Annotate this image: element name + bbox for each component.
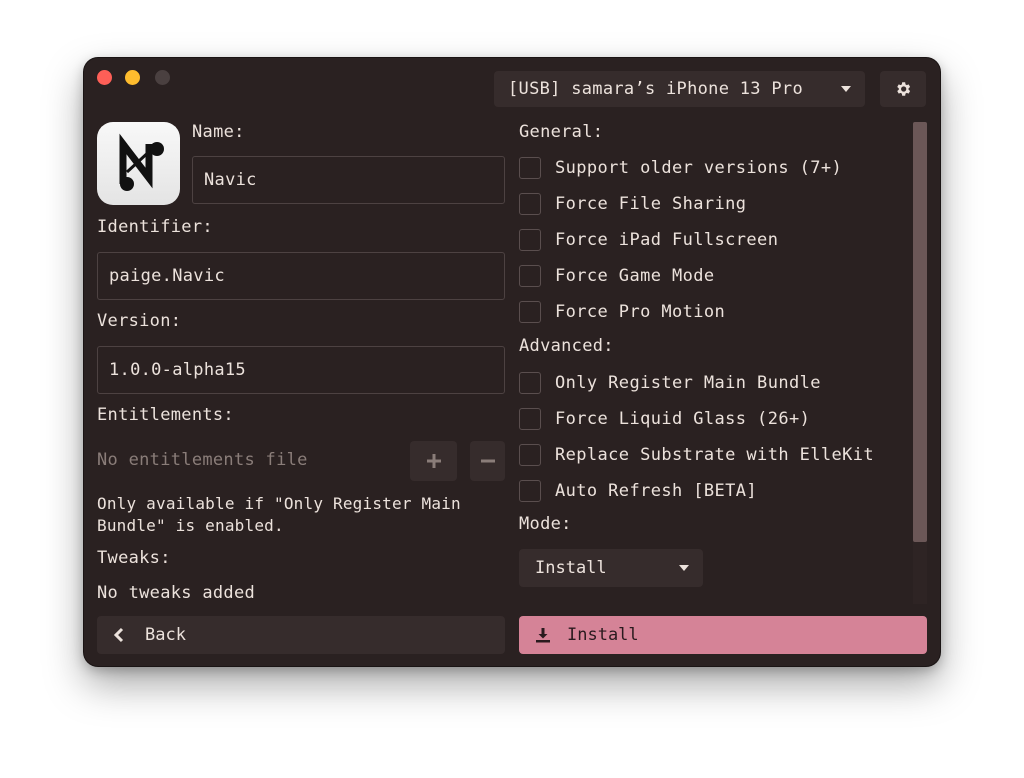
back-button-label: Back xyxy=(145,625,186,645)
app-icon xyxy=(97,122,180,205)
checkbox[interactable] xyxy=(519,408,541,430)
mode-label: Mode: xyxy=(519,514,572,534)
checkbox[interactable] xyxy=(519,265,541,287)
mode-select[interactable]: Install xyxy=(519,549,703,587)
entitlements-label: Entitlements: xyxy=(97,405,234,425)
checkbox[interactable] xyxy=(519,372,541,394)
option-force-file-sharing[interactable]: Force File Sharing xyxy=(519,191,746,217)
name-field[interactable]: Navic xyxy=(192,156,505,204)
settings-button[interactable] xyxy=(880,71,926,107)
maximize-window-button[interactable] xyxy=(155,70,170,85)
option-label: Force Pro Motion xyxy=(555,302,726,322)
name-label: Name: xyxy=(192,122,245,142)
identifier-label: Identifier: xyxy=(97,217,213,237)
option-force-liquid-glass[interactable]: Force Liquid Glass (26+) xyxy=(519,406,810,432)
version-value: 1.0.0-alpha15 xyxy=(109,360,246,380)
general-section-label: General: xyxy=(519,122,604,142)
identifier-value: paige.Navic xyxy=(109,266,225,286)
checkbox[interactable] xyxy=(519,444,541,466)
version-field[interactable]: 1.0.0-alpha15 xyxy=(97,346,505,394)
option-label: Replace Substrate with ElleKit xyxy=(555,445,875,465)
close-window-button[interactable] xyxy=(97,70,112,85)
option-only-register-main-bundle[interactable]: Only Register Main Bundle xyxy=(519,370,821,396)
install-button[interactable]: Install xyxy=(519,616,927,654)
chevron-left-icon xyxy=(113,627,124,643)
tweaks-value: No tweaks added xyxy=(97,583,256,603)
option-support-older-versions[interactable]: Support older versions (7+) xyxy=(519,155,842,181)
chevron-down-icon xyxy=(841,86,851,92)
option-label: Auto Refresh [BETA] xyxy=(555,481,758,501)
checkbox[interactable] xyxy=(519,157,541,179)
minimize-window-button[interactable] xyxy=(125,70,140,85)
option-force-pro-motion[interactable]: Force Pro Motion xyxy=(519,299,725,325)
version-label: Version: xyxy=(97,311,182,331)
scrollbar-thumb[interactable] xyxy=(913,122,927,542)
device-select[interactable]: [USB] samara’s iPhone 13 Pro xyxy=(494,71,865,107)
back-button[interactable]: Back xyxy=(97,616,505,654)
install-button-label: Install xyxy=(567,625,639,645)
checkbox[interactable] xyxy=(519,193,541,215)
entitlements-value: No entitlements file xyxy=(97,450,308,470)
advanced-section-label: Advanced: xyxy=(519,336,614,356)
option-replace-substrate[interactable]: Replace Substrate with ElleKit xyxy=(519,442,874,468)
option-label: Force File Sharing xyxy=(555,194,747,214)
identifier-field[interactable]: paige.Navic xyxy=(97,252,505,300)
minus-icon xyxy=(480,459,495,463)
plus-icon xyxy=(426,454,441,468)
entitlements-note: Only available if "Only Register Main Bu… xyxy=(97,494,461,535)
checkbox[interactable] xyxy=(519,229,541,251)
checkbox[interactable] xyxy=(519,301,541,323)
option-label: Force Game Mode xyxy=(555,266,715,286)
option-force-ipad-fullscreen[interactable]: Force iPad Fullscreen xyxy=(519,227,778,253)
add-entitlements-button[interactable] xyxy=(410,441,457,481)
navic-app-icon xyxy=(119,133,164,191)
app-window: [USB] samara’s iPhone 13 Pro Name: Navic… xyxy=(84,58,940,666)
option-label: Force iPad Fullscreen xyxy=(555,230,779,250)
checkbox[interactable] xyxy=(519,480,541,502)
name-value: Navic xyxy=(204,170,257,190)
option-auto-refresh[interactable]: Auto Refresh [BETA] xyxy=(519,478,757,504)
option-label: Only Register Main Bundle xyxy=(555,373,821,393)
remove-entitlements-button[interactable] xyxy=(470,441,505,481)
download-icon xyxy=(536,628,550,643)
option-label: Support older versions (7+) xyxy=(555,158,843,178)
option-label: Force Liquid Glass (26+) xyxy=(555,409,811,429)
option-force-game-mode[interactable]: Force Game Mode xyxy=(519,263,715,289)
mode-value: Install xyxy=(535,558,607,578)
device-select-label: [USB] samara’s iPhone 13 Pro xyxy=(508,79,803,99)
chevron-down-icon xyxy=(679,565,689,571)
gear-icon xyxy=(897,82,911,96)
tweaks-label: Tweaks: xyxy=(97,548,171,568)
